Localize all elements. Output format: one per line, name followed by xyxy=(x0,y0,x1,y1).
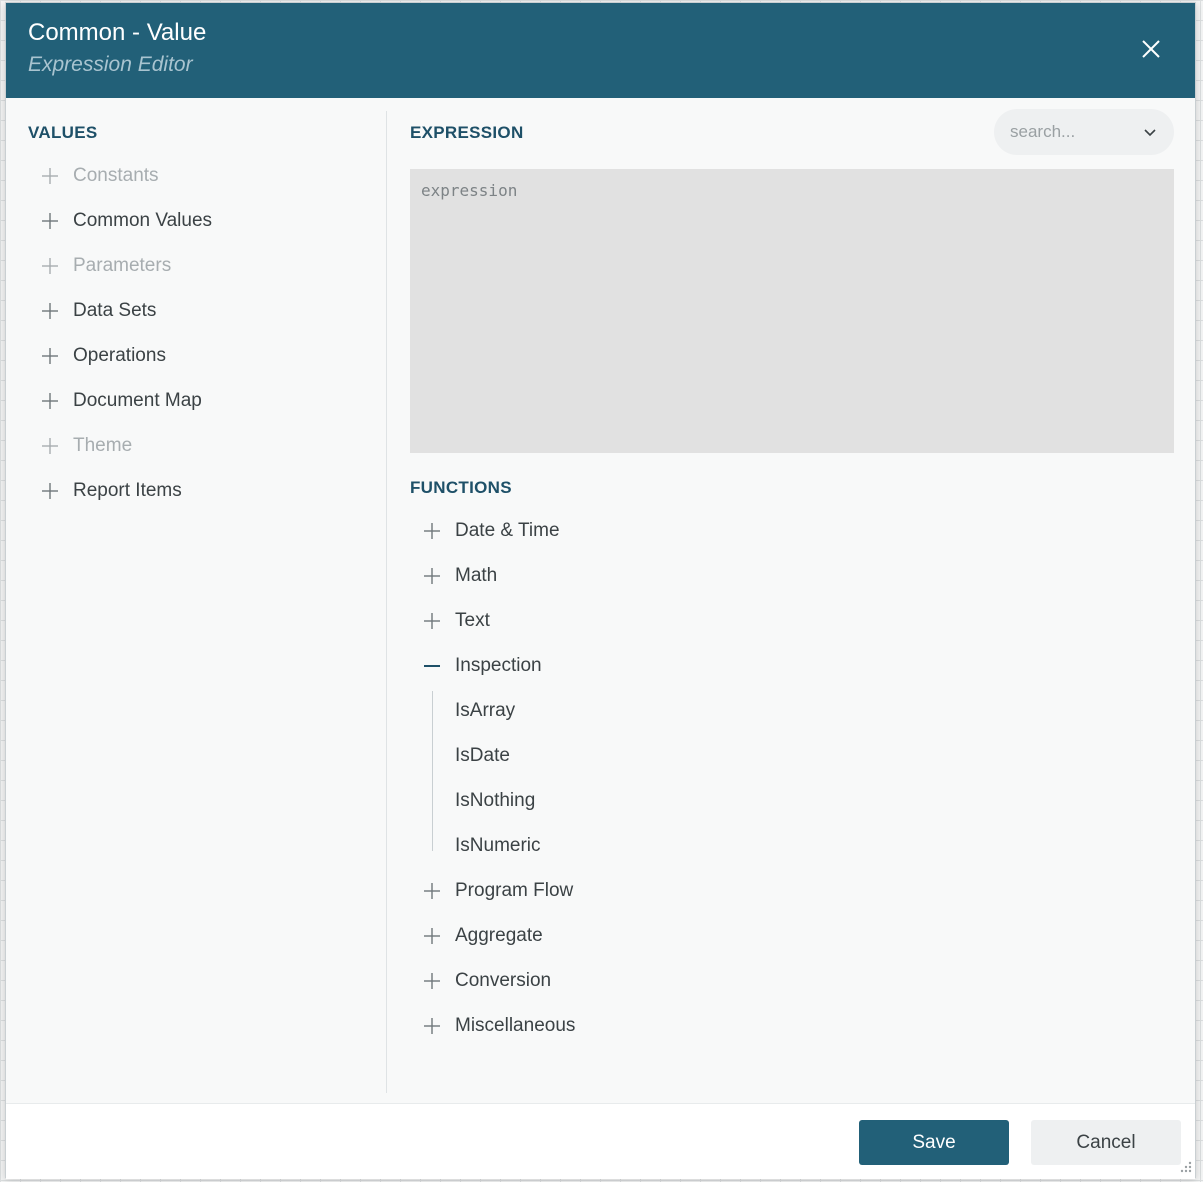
function-group-math[interactable]: Math xyxy=(422,561,497,591)
function-item-isnumeric[interactable]: IsNumeric xyxy=(455,831,541,861)
resize-grip-icon[interactable] xyxy=(1177,1159,1193,1175)
values-item-label: Operations xyxy=(73,345,166,366)
plus-icon xyxy=(40,481,60,501)
chevron-down-icon xyxy=(1142,124,1158,140)
tree-guide-line xyxy=(432,691,433,851)
function-group-text[interactable]: Text xyxy=(422,606,490,636)
dialog-footer: Save Cancel xyxy=(6,1103,1195,1179)
plus-icon xyxy=(40,211,60,231)
expression-editor-dialog: Common - Value Expression Editor VALUES … xyxy=(5,2,1196,1179)
function-group-aggregate[interactable]: Aggregate xyxy=(422,921,543,951)
values-item-document-map[interactable]: Document Map xyxy=(40,386,202,416)
function-item-isnothing[interactable]: IsNothing xyxy=(455,786,535,816)
values-item-label: Theme xyxy=(73,435,133,456)
expression-section-label: EXPRESSION xyxy=(410,123,524,142)
plus-icon xyxy=(422,611,442,631)
function-group-label: Math xyxy=(455,565,498,586)
plus-icon xyxy=(422,521,442,541)
values-item-report-items[interactable]: Report Items xyxy=(40,476,182,506)
plus-icon xyxy=(40,436,60,456)
function-group-label: Date & Time xyxy=(455,520,560,541)
search-input[interactable] xyxy=(1010,122,1130,142)
function-group-date-time[interactable]: Date & Time xyxy=(422,516,560,546)
function-group-label: Program Flow xyxy=(455,880,574,901)
plus-icon xyxy=(422,926,442,946)
close-button[interactable] xyxy=(1137,35,1165,63)
plus-icon xyxy=(40,256,60,276)
values-item-operations[interactable]: Operations xyxy=(40,341,166,371)
values-item-constants[interactable]: Constants xyxy=(40,161,159,191)
function-group-label: Conversion xyxy=(455,970,552,991)
minus-icon xyxy=(422,656,442,676)
values-section-label: VALUES xyxy=(28,123,98,142)
function-group-program-flow[interactable]: Program Flow xyxy=(422,876,573,906)
values-item-label: Constants xyxy=(73,165,159,186)
values-item-label: Report Items xyxy=(73,480,182,501)
function-group-label: Text xyxy=(455,610,490,631)
function-group-inspection[interactable]: Inspection xyxy=(422,651,542,681)
values-item-parameters[interactable]: Parameters xyxy=(40,251,171,281)
function-item-isdate[interactable]: IsDate xyxy=(455,741,510,771)
function-group-miscellaneous[interactable]: Miscellaneous xyxy=(422,1011,575,1041)
function-group-conversion[interactable]: Conversion xyxy=(422,966,551,996)
values-item-label: Document Map xyxy=(73,390,202,411)
plus-icon xyxy=(40,391,60,411)
cancel-button[interactable]: Cancel xyxy=(1031,1120,1181,1165)
dialog-header: Common - Value Expression Editor xyxy=(6,3,1195,98)
plus-icon xyxy=(422,566,442,586)
plus-icon xyxy=(40,166,60,186)
function-group-label: Inspection xyxy=(455,655,542,676)
save-button[interactable]: Save xyxy=(859,1120,1009,1165)
functions-section-label: FUNCTIONS xyxy=(410,478,512,497)
function-group-label: Aggregate xyxy=(455,925,543,946)
pane-divider xyxy=(386,111,387,1093)
values-item-data-sets[interactable]: Data Sets xyxy=(40,296,156,326)
values-item-theme[interactable]: Theme xyxy=(40,431,132,461)
plus-icon xyxy=(422,1016,442,1036)
values-item-label: Parameters xyxy=(73,255,172,276)
values-item-common-values[interactable]: Common Values xyxy=(40,206,212,236)
plus-icon xyxy=(40,301,60,321)
plus-icon xyxy=(422,971,442,991)
plus-icon xyxy=(40,346,60,366)
function-item-isarray[interactable]: IsArray xyxy=(455,696,515,726)
values-item-label: Common Values xyxy=(73,210,213,231)
function-group-label: Miscellaneous xyxy=(455,1015,576,1036)
search-dropdown[interactable] xyxy=(994,109,1174,155)
plus-icon xyxy=(422,881,442,901)
values-item-label: Data Sets xyxy=(73,300,157,321)
dialog-title: Common - Value xyxy=(28,19,207,46)
expression-input[interactable] xyxy=(410,169,1174,453)
dialog-subtitle: Expression Editor xyxy=(28,53,193,76)
close-icon xyxy=(1142,40,1160,58)
